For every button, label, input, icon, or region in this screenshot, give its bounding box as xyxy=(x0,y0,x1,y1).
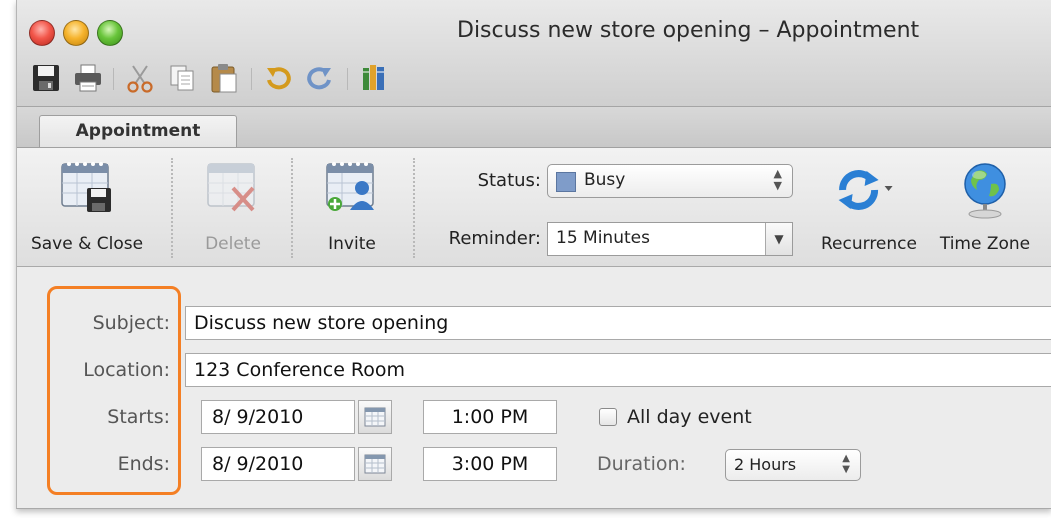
calendar-icon xyxy=(364,407,386,427)
popup-arrows-icon: ▲ ▼ xyxy=(842,453,850,475)
appointment-form: Subject: Discuss new store opening Locat… xyxy=(17,267,1051,508)
zoom-window-button[interactable] xyxy=(97,20,123,46)
subject-input[interactable]: Discuss new store opening xyxy=(185,306,1051,340)
delete-label: Delete xyxy=(205,234,261,254)
minimize-window-button[interactable] xyxy=(63,20,89,46)
undo-icon[interactable] xyxy=(261,62,295,94)
reminder-value: 15 Minutes xyxy=(556,228,650,248)
invite-label: Invite xyxy=(328,234,376,254)
paste-icon[interactable] xyxy=(207,62,241,94)
toolbar-separator xyxy=(347,68,348,90)
ribbon-tab-strip: Appointment xyxy=(17,107,1051,148)
ribbon-separator xyxy=(171,158,173,258)
all-day-checkbox[interactable] xyxy=(599,408,617,426)
end-date-input[interactable]: 8/ 9/2010 xyxy=(201,447,355,481)
ends-label: Ends: xyxy=(117,453,170,475)
start-date-calendar-button[interactable] xyxy=(358,400,392,434)
appointment-window: Discuss new store opening – Appointment xyxy=(16,0,1051,509)
duration-label: Duration: xyxy=(597,453,686,475)
status-label: Status: xyxy=(477,170,541,191)
books-icon[interactable] xyxy=(357,62,391,94)
calendar-delete-icon xyxy=(203,158,263,222)
save-icon[interactable] xyxy=(29,62,63,94)
time-zone-label: Time Zone xyxy=(939,234,1031,254)
starts-label: Starts: xyxy=(107,406,170,428)
toolbar-separator xyxy=(113,68,114,90)
duration-value: 2 Hours xyxy=(734,455,797,474)
reminder-label: Reminder: xyxy=(448,228,541,249)
status-color-swatch xyxy=(556,172,576,192)
toolbar-separator xyxy=(251,68,252,90)
status-popup[interactable]: Busy ▲ ▼ xyxy=(547,164,793,198)
duration-popup[interactable]: 2 Hours ▲ ▼ xyxy=(725,449,861,481)
print-icon[interactable] xyxy=(71,62,105,94)
recurrence-icon xyxy=(831,162,895,222)
popup-arrows-icon: ▲ ▼ xyxy=(773,167,782,192)
calendar-save-icon xyxy=(57,158,117,222)
copy-icon[interactable] xyxy=(165,62,199,94)
save-close-label: Save & Close xyxy=(30,234,144,254)
ribbon: Save & Close Delete Invite Status: Busy … xyxy=(17,148,1051,267)
title-bar: Discuss new store opening – Appointment xyxy=(17,0,1051,107)
close-window-button[interactable] xyxy=(29,20,55,46)
start-date-input[interactable]: 8/ 9/2010 xyxy=(201,400,355,434)
ribbon-separator xyxy=(291,158,293,258)
end-date-calendar-button[interactable] xyxy=(358,447,392,481)
all-day-label[interactable]: All day event xyxy=(627,406,752,428)
globe-icon xyxy=(955,158,1015,224)
recurrence-label: Recurrence xyxy=(821,234,917,254)
calendar-icon xyxy=(364,454,386,474)
end-time-input[interactable]: 3:00 PM xyxy=(423,447,557,481)
subject-label: Subject: xyxy=(92,312,170,334)
tab-appointment[interactable]: Appointment xyxy=(39,115,237,147)
location-input[interactable]: 123 Conference Room xyxy=(185,353,1051,387)
status-value: Busy xyxy=(584,170,626,190)
cut-icon[interactable] xyxy=(123,62,157,94)
dropdown-arrow-icon: ▼ xyxy=(765,223,792,255)
calendar-invite-icon xyxy=(322,158,382,222)
reminder-combo[interactable]: 15 Minutes ▼ xyxy=(547,222,793,256)
location-label: Location: xyxy=(83,359,170,381)
redo-icon[interactable] xyxy=(303,62,337,94)
start-time-input[interactable]: 1:00 PM xyxy=(423,400,557,434)
window-title: Discuss new store opening – Appointment xyxy=(457,18,920,43)
